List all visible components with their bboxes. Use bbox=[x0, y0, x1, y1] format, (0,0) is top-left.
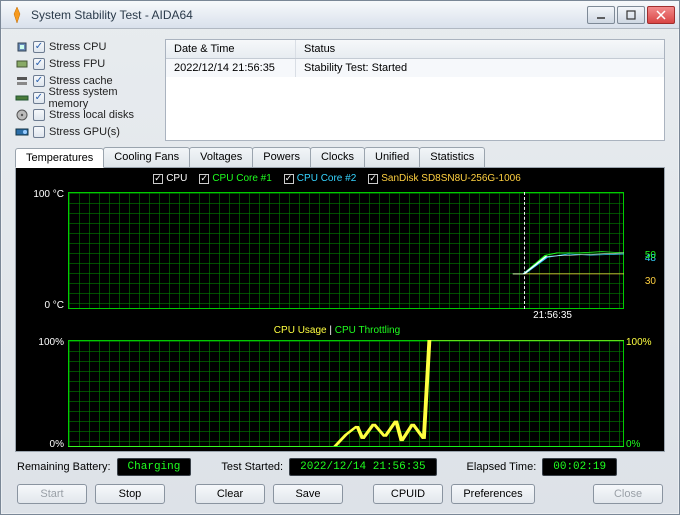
close-window-button[interactable] bbox=[647, 6, 675, 24]
tab-statistics[interactable]: Statistics bbox=[419, 147, 485, 167]
col-datetime[interactable]: Date & Time bbox=[166, 40, 296, 58]
temp-ymax: 100 °C bbox=[20, 189, 64, 200]
legend-checkbox[interactable] bbox=[284, 174, 294, 184]
temp-legend: CPU CPU Core #1 CPU Core #2 SanDisk SD8SN8U… bbox=[20, 172, 654, 188]
window-controls bbox=[585, 6, 675, 24]
status-bar: Remaining Battery: Charging Test Started… bbox=[15, 452, 665, 478]
legend-item[interactable]: CPU bbox=[153, 173, 187, 184]
check-label: Stress system memory bbox=[49, 86, 155, 110]
elapsed-value: 00:02:19 bbox=[542, 458, 617, 476]
stop-button[interactable]: Stop bbox=[95, 484, 165, 504]
temp-marker-time: 21:56:35 bbox=[68, 309, 624, 321]
event-log-table: Date & Time Status 2022/12/14 21:56:35St… bbox=[165, 39, 665, 141]
col-status[interactable]: Status bbox=[296, 40, 343, 58]
window-title: System Stability Test - AIDA64 bbox=[31, 8, 585, 22]
checkbox[interactable] bbox=[33, 58, 45, 70]
usage-chart-title: CPU Usage | CPU Throttling bbox=[20, 325, 654, 336]
tab-clocks[interactable]: Clocks bbox=[310, 147, 365, 167]
usage-ymax-l: 100% bbox=[20, 337, 64, 348]
stress-check-mem[interactable]: Stress system memory bbox=[15, 90, 155, 106]
mem-icon bbox=[15, 91, 29, 105]
button-row: Start Stop Clear Save CPUID Preferences … bbox=[15, 478, 665, 506]
minimize-button[interactable] bbox=[587, 6, 615, 24]
clear-button[interactable]: Clear bbox=[195, 484, 265, 504]
checkbox[interactable] bbox=[33, 126, 45, 138]
save-button[interactable]: Save bbox=[273, 484, 343, 504]
tab-unified[interactable]: Unified bbox=[364, 147, 420, 167]
check-label: Stress GPU(s) bbox=[49, 126, 120, 138]
tab-voltages[interactable]: Voltages bbox=[189, 147, 253, 167]
check-label: Stress CPU bbox=[49, 41, 106, 53]
app-icon bbox=[9, 7, 25, 23]
battery-label: Remaining Battery: bbox=[17, 461, 111, 473]
table-body: 2022/12/14 21:56:35Stability Test: Start… bbox=[166, 59, 664, 129]
start-button[interactable]: Start bbox=[17, 484, 87, 504]
legend-item[interactable]: CPU Core #1 bbox=[199, 173, 271, 184]
stress-check-fpu[interactable]: Stress FPU bbox=[15, 56, 155, 72]
temperature-chart[interactable] bbox=[68, 192, 624, 309]
preferences-button[interactable]: Preferences bbox=[451, 484, 535, 504]
titlebar[interactable]: System Stability Test - AIDA64 bbox=[1, 1, 679, 29]
cpu-icon bbox=[15, 40, 29, 54]
client-area: Stress CPU Stress FPU Stress cache Stres… bbox=[1, 29, 679, 514]
checkbox[interactable] bbox=[33, 75, 45, 87]
maximize-button[interactable] bbox=[617, 6, 645, 24]
usage-ymax-r: 100% bbox=[626, 337, 654, 348]
cache-icon bbox=[15, 74, 29, 88]
legend-item[interactable]: SanDisk SD8SN8U-256G-1006 bbox=[368, 173, 521, 184]
checkbox[interactable] bbox=[33, 92, 45, 104]
elapsed-label: Elapsed Time: bbox=[467, 461, 537, 473]
charts-panel: CPU CPU Core #1 CPU Core #2 SanDisk SD8SN8U… bbox=[15, 168, 665, 452]
chart-tabs: TemperaturesCooling FansVoltagesPowersCl… bbox=[15, 147, 665, 168]
tab-temperatures[interactable]: Temperatures bbox=[15, 148, 104, 168]
legend-item[interactable]: CPU Core #2 bbox=[284, 173, 356, 184]
battery-value: Charging bbox=[117, 458, 192, 476]
usage-chart[interactable] bbox=[68, 340, 624, 448]
stress-check-cpu[interactable]: Stress CPU bbox=[15, 39, 155, 55]
temp-value-label: 50 bbox=[645, 250, 656, 261]
disk-icon bbox=[15, 108, 29, 122]
fpu-icon bbox=[15, 57, 29, 71]
check-label: Stress local disks bbox=[49, 109, 134, 121]
gpu-icon bbox=[15, 125, 29, 139]
temp-value-label: 30 bbox=[645, 276, 656, 287]
checkbox[interactable] bbox=[33, 109, 45, 121]
stress-options: Stress CPU Stress FPU Stress cache Stres… bbox=[15, 39, 155, 141]
usage-ymin-l: 0% bbox=[20, 439, 64, 450]
table-row[interactable]: 2022/12/14 21:56:35Stability Test: Start… bbox=[166, 59, 664, 77]
app-window: System Stability Test - AIDA64 Stress CP… bbox=[0, 0, 680, 515]
check-label: Stress FPU bbox=[49, 58, 105, 70]
legend-checkbox[interactable] bbox=[153, 174, 163, 184]
tab-powers[interactable]: Powers bbox=[252, 147, 311, 167]
cpuid-button[interactable]: CPUID bbox=[373, 484, 443, 504]
usage-ymin-r: 0% bbox=[626, 439, 654, 450]
table-header: Date & Time Status bbox=[166, 40, 664, 59]
started-value: 2022/12/14 21:56:35 bbox=[289, 458, 436, 476]
close-button[interactable]: Close bbox=[593, 484, 663, 504]
stress-check-gpu[interactable]: Stress GPU(s) bbox=[15, 124, 155, 140]
tab-cooling-fans[interactable]: Cooling Fans bbox=[103, 147, 190, 167]
temp-ymin: 0 °C bbox=[20, 300, 64, 311]
legend-checkbox[interactable] bbox=[199, 174, 209, 184]
started-label: Test Started: bbox=[221, 461, 283, 473]
checkbox[interactable] bbox=[33, 41, 45, 53]
legend-checkbox[interactable] bbox=[368, 174, 378, 184]
